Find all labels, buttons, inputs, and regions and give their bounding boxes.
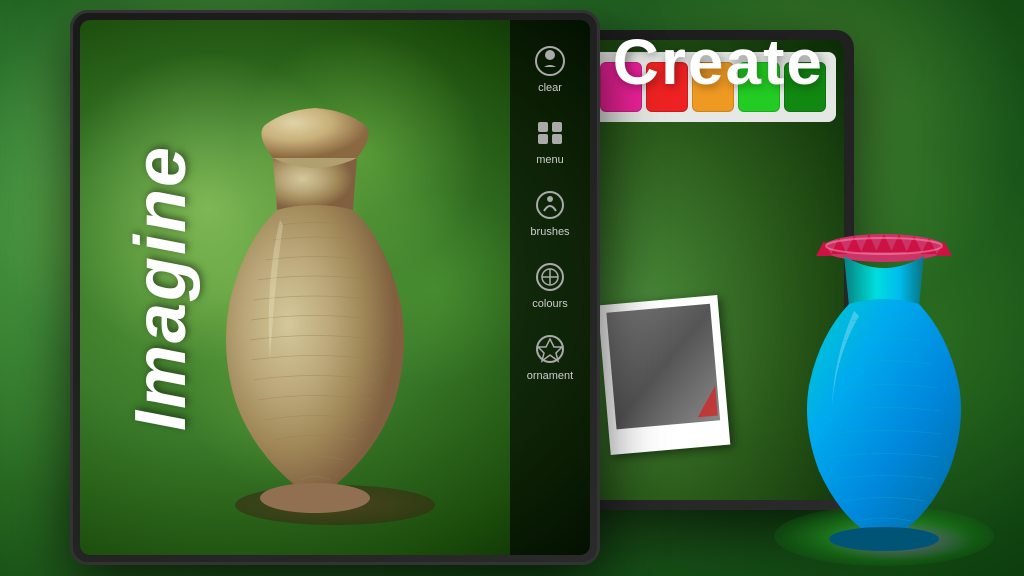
toolbar-menu[interactable]: menu [510, 107, 590, 174]
colours-label: colours [532, 298, 567, 310]
colored-vase-svg [764, 196, 1004, 556]
menu-label: menu [536, 154, 564, 166]
ornament-label: ornament [527, 370, 573, 382]
toolbar-ornament[interactable]: ornament [510, 323, 590, 390]
colours-icon [532, 259, 568, 295]
colored-vase [764, 196, 1004, 556]
clear-icon [532, 43, 568, 79]
toolbar-clear[interactable]: clear [510, 35, 590, 102]
menu-icon [532, 115, 568, 151]
imagine-title: Imagine [120, 145, 202, 431]
toolbar-brushes[interactable]: brushes [510, 179, 590, 246]
create-title: Create [613, 25, 824, 99]
brushes-label: brushes [530, 226, 569, 238]
clear-label: clear [538, 82, 562, 94]
toolbar: clear menu [510, 20, 590, 555]
brushes-icon [532, 187, 568, 223]
toolbar-colours[interactable]: colours [510, 251, 590, 318]
polaroid-photo [598, 295, 731, 455]
ornament-icon [532, 331, 568, 367]
polaroid-triangle [695, 386, 718, 418]
